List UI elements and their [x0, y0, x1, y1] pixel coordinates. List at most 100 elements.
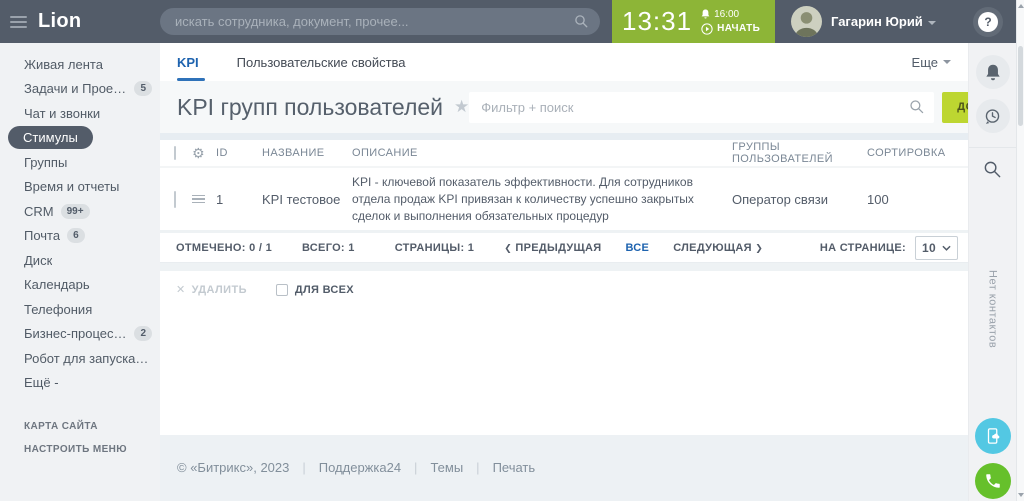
user-avatar[interactable]	[791, 6, 822, 37]
for-all-checkbox[interactable]	[276, 284, 288, 296]
bell-icon	[985, 64, 1001, 81]
prev-page-link[interactable]: ❮ ПРЕДЫДУЩАЯ	[504, 242, 601, 254]
application-window: Lion 13:31 16:00	[0, 0, 1024, 501]
vertical-scrollbar[interactable]	[1016, 0, 1024, 501]
global-search-input[interactable]	[160, 8, 600, 35]
rail-bottom	[975, 418, 1011, 501]
chevron-down-icon	[942, 245, 951, 251]
page-main: Lion 13:31 16:00	[0, 0, 1016, 501]
top-bar: Lion 13:31 16:00	[0, 0, 1016, 43]
filter-search-input[interactable]	[469, 92, 934, 123]
topbar-left: Lion	[0, 10, 160, 33]
tab-user-properties[interactable]: Пользовательские свойства	[237, 43, 406, 81]
favorite-star-icon[interactable]: ★	[454, 97, 469, 117]
phone-icon	[984, 472, 1002, 490]
app-logo[interactable]: Lion	[38, 10, 81, 33]
sidebar-item-crm[interactable]: CRM99+	[0, 199, 160, 224]
all-pages-link[interactable]: ВСЕ	[625, 242, 649, 254]
sidebar-item-live-feed[interactable]: Живая лента	[0, 52, 160, 77]
sidebar-item-incentives[interactable]: Стимулы	[0, 126, 160, 151]
scroll-up-arrow[interactable]	[1018, 4, 1024, 8]
sidebar-item-business-processes[interactable]: Бизнес-процессы2	[0, 322, 160, 347]
select-all-checkbox[interactable]	[174, 146, 176, 160]
sidebar-item-more[interactable]: Ещё -	[0, 371, 160, 396]
sidebar-item-tasks-projects[interactable]: Задачи и Проекты5	[0, 77, 160, 102]
group-actions-row: ✕ УДАЛИТЬ ДЛЯ ВСЕХ	[160, 271, 968, 305]
work-end-time: 16:00	[701, 9, 760, 20]
column-header-id[interactable]: ID	[216, 147, 262, 159]
scrollbar-thumb[interactable]	[1018, 46, 1023, 126]
chevron-down-icon	[943, 60, 951, 64]
scroll-down-arrow[interactable]	[1018, 493, 1024, 497]
global-search	[160, 8, 600, 35]
help-button[interactable]: ?	[973, 7, 1003, 37]
smartphone-cloud-icon	[984, 427, 1002, 445]
sidebar-item-calendar[interactable]: Календарь	[0, 273, 160, 298]
sidebar-item-telephony[interactable]: Телефония	[0, 297, 160, 322]
footer-link-print[interactable]: Печать	[493, 460, 536, 475]
next-page-link[interactable]: СЛЕДУЮЩАЯ ❯	[673, 242, 763, 254]
pagination-bar: ОТМЕЧЕНО: 0 / 1 ВСЕГО: 1 СТРАНИЦЫ: 1 ❮ П…	[160, 233, 968, 263]
configure-menu-link[interactable]: НАСТРОИТЬ МЕНЮ	[0, 438, 160, 461]
rail-search-button[interactable]	[983, 160, 1002, 184]
content-empty-area	[160, 305, 968, 435]
sidebar-item-time-reports[interactable]: Время и отчеты	[0, 175, 160, 200]
start-workday-button[interactable]: НАЧАТЬ	[701, 23, 760, 35]
worktime-button[interactable]	[976, 99, 1010, 133]
timeman-widget[interactable]: 13:31 16:00 НАЧАТЬ	[612, 0, 775, 43]
user-menu[interactable]: Гагарин Юрий	[831, 14, 936, 29]
delete-button[interactable]: ✕ УДАЛИТЬ	[176, 283, 247, 296]
per-page-control: НА СТРАНИЦЕ: 10	[820, 236, 958, 260]
row-checkbox[interactable]	[174, 191, 176, 208]
footer-link-themes[interactable]: Темы	[430, 460, 463, 475]
menu-hamburger-icon[interactable]	[10, 16, 27, 28]
sidebar-item-groups[interactable]: Группы	[0, 150, 160, 175]
per-page-select[interactable]: 10	[915, 236, 958, 260]
grid-header: ⚙ ID НАЗВАНИЕ ОПИСАНИЕ ГРУППЫ ПОЛЬЗОВАТЕ…	[160, 140, 968, 168]
play-icon	[701, 23, 713, 35]
footer-link-support[interactable]: Поддержка24	[319, 460, 401, 475]
sidebar-item-mail[interactable]: Почта6	[0, 224, 160, 249]
counter-badge: 2	[134, 326, 152, 341]
main-content: KPI Пользовательские свойства Еще KPI гр…	[160, 43, 968, 501]
table-row: 1 KPI тестовое KPI - ключевой показатель…	[160, 168, 968, 230]
column-header-sort[interactable]: СОРТИРОВКА	[867, 147, 968, 159]
no-contacts-label: Нет контактов	[987, 270, 999, 348]
counter-badge: 5	[134, 81, 152, 96]
column-header-groups[interactable]: ГРУППЫ ПОЛЬЗОВАТЕЛЕЙ	[732, 141, 867, 165]
call-button[interactable]	[975, 463, 1011, 499]
column-header-description[interactable]: ОПИСАНИЕ	[352, 147, 732, 159]
clock-time: 13:31	[622, 6, 692, 37]
cell-description: KPI - ключевой показатель эффективности.…	[352, 174, 732, 224]
page-header: KPI групп пользователей ★ ДОБАВИТЬ KPI	[160, 81, 968, 133]
search-icon[interactable]	[909, 99, 925, 115]
row-menu-cell	[192, 195, 216, 204]
column-header-name[interactable]: НАЗВАНИЕ	[262, 147, 352, 159]
clock-bubble-icon	[983, 107, 1002, 126]
checked-count: ОТМЕЧЕНО: 0 / 1	[176, 242, 272, 254]
chevron-left-icon: ❮	[504, 243, 512, 253]
sidebar-bottom: КАРТА САЙТА НАСТРОИТЬ МЕНЮ	[0, 415, 160, 461]
notifications-button[interactable]	[976, 55, 1010, 89]
sidebar-item-robot[interactable]: Робот для запуска бизн...	[0, 346, 160, 371]
cell-groups: Оператор связи	[732, 192, 867, 207]
filter-search	[469, 92, 934, 123]
cell-sort: 100	[867, 192, 968, 207]
tabs-more-button[interactable]: Еще	[912, 55, 951, 70]
sidebar-item-disk[interactable]: Диск	[0, 248, 160, 273]
tab-kpi[interactable]: KPI	[177, 43, 199, 81]
for-all-label: ДЛЯ ВСЕХ	[295, 284, 354, 296]
question-icon: ?	[978, 12, 998, 32]
rail-divider	[969, 147, 1016, 148]
sitemap-link[interactable]: КАРТА САЙТА	[0, 415, 160, 438]
cell-name[interactable]: KPI тестовое	[262, 192, 352, 207]
row-menu-icon[interactable]	[192, 195, 205, 204]
grid-settings-gear-icon[interactable]: ⚙	[192, 146, 205, 160]
cell-id: 1	[216, 192, 262, 207]
pages-count: СТРАНИЦЫ: 1	[395, 242, 475, 254]
section-gap	[160, 263, 968, 271]
mobile-app-button[interactable]	[975, 418, 1011, 454]
sidebar-item-chat-calls[interactable]: Чат и звонки	[0, 101, 160, 126]
avatar-image	[791, 6, 822, 37]
section-divider	[160, 133, 968, 140]
